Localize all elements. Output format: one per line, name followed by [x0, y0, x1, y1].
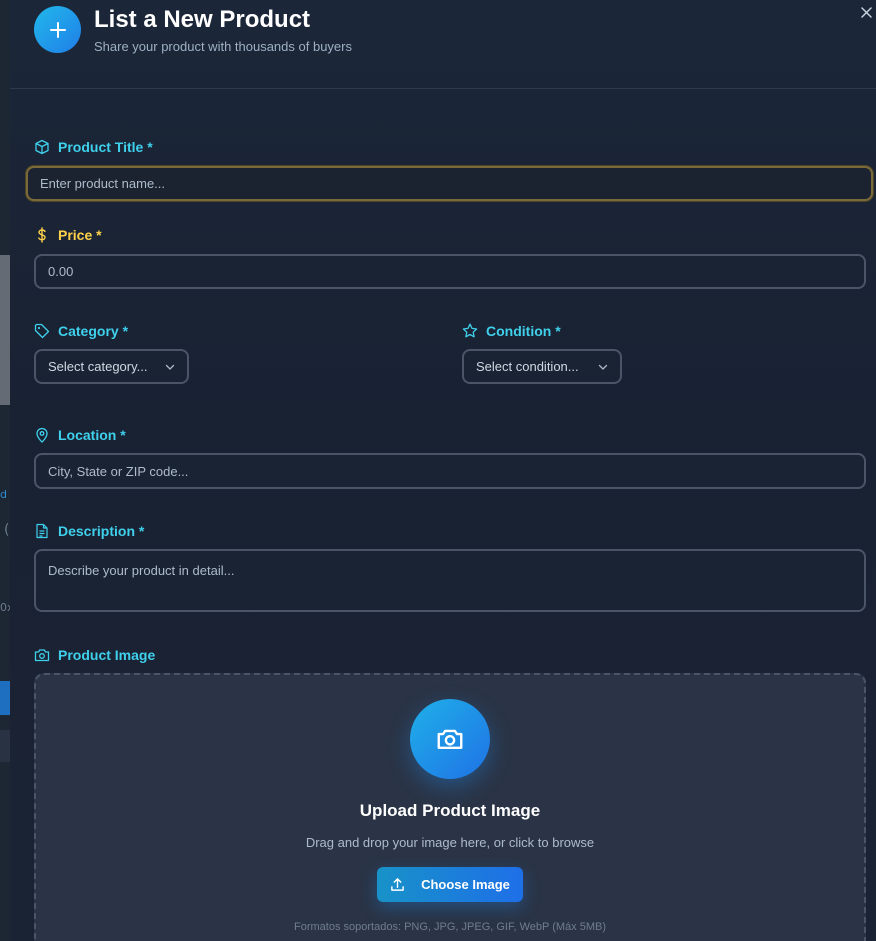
price-input[interactable]: 0.00	[34, 254, 866, 289]
tag-icon	[34, 323, 50, 339]
product-title-label-text: Product Title *	[58, 139, 153, 155]
upload-subtitle: Drag and drop your image here, or click …	[305, 835, 595, 850]
supported-formats-text: Formatos soportados: PNG, JPG, JPEG, GIF…	[294, 921, 606, 933]
background-image-fragment	[0, 255, 10, 405]
background-page: d ( 0x	[0, 0, 14, 941]
modal-header: List a New Product Share your product wi…	[10, 0, 876, 89]
category-select[interactable]: Select category...	[34, 349, 189, 384]
description-label: Description *	[34, 523, 144, 539]
upload-title: Upload Product Image	[359, 801, 541, 820]
chevron-down-icon	[598, 364, 608, 370]
background-text-fragment: (	[4, 522, 10, 538]
chevron-down-icon	[165, 364, 175, 370]
description-textarea[interactable]: Describe your product in detail...	[34, 549, 866, 612]
map-pin-icon	[36, 427, 48, 443]
location-placeholder: City, State or ZIP code...	[48, 463, 189, 479]
background-button-fragment	[0, 681, 10, 715]
choose-image-button[interactable]: Choose Image	[377, 867, 523, 902]
price-placeholder: 0.00	[48, 264, 74, 279]
background-text-fragment: d	[0, 488, 7, 501]
location-input[interactable]: City, State or ZIP code...	[34, 453, 866, 489]
category-label-text: Category *	[58, 323, 129, 339]
background-block-fragment	[0, 730, 10, 762]
upload-icon	[391, 878, 404, 891]
product-image-label: Product Image	[34, 647, 155, 663]
price-label: Price *	[34, 227, 102, 243]
modal-title: List a New Product	[94, 6, 311, 33]
product-title-placeholder: Enter product name...	[40, 176, 166, 191]
camera-icon	[34, 649, 50, 662]
location-label: Location *	[34, 427, 126, 443]
description-label-text: Description *	[58, 523, 145, 539]
document-icon	[36, 523, 48, 539]
condition-label-text: Condition *	[486, 323, 561, 339]
category-label: Category *	[34, 323, 128, 339]
close-icon[interactable]	[858, 4, 874, 20]
star-icon	[462, 323, 478, 338]
plus-icon	[34, 6, 81, 53]
condition-label: Condition *	[462, 323, 561, 339]
list-product-modal: List a New Product Share your product wi…	[10, 0, 876, 941]
condition-select[interactable]: Select condition...	[462, 349, 622, 384]
category-selected-value: Select category...	[48, 359, 148, 374]
condition-selected-value: Select condition...	[476, 359, 579, 374]
product-image-label-text: Product Image	[58, 647, 156, 663]
modal-subtitle: Share your product with thousands of buy…	[94, 39, 352, 54]
camera-icon	[410, 699, 490, 779]
description-placeholder: Describe your product in detail...	[48, 563, 235, 578]
image-dropzone[interactable]: Upload Product Image Drag and drop your …	[34, 673, 866, 941]
product-title-label: Product Title *	[34, 139, 153, 155]
choose-image-label: Choose Image	[421, 877, 510, 892]
box-icon	[35, 139, 49, 155]
price-label-text: Price *	[58, 227, 102, 243]
location-label-text: Location *	[58, 427, 126, 443]
dollar-icon	[38, 227, 46, 243]
product-title-input[interactable]: Enter product name...	[26, 166, 873, 201]
